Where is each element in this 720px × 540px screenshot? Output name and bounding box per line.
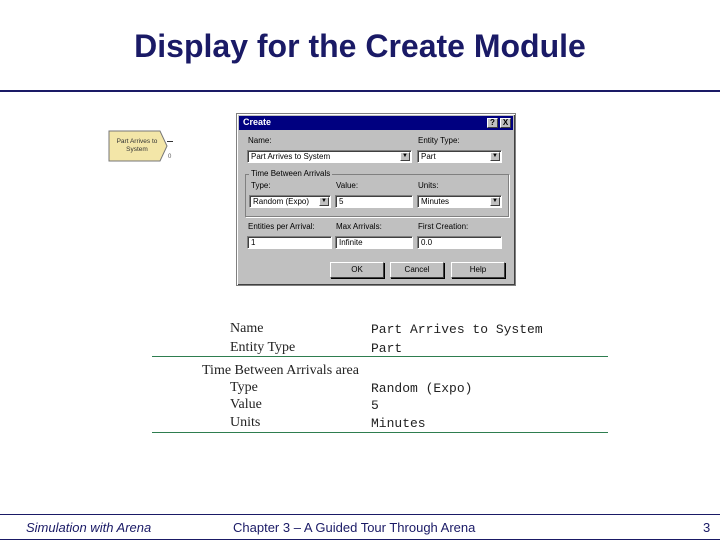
table-name-value: Part Arrives to System [371,322,543,337]
name-select[interactable]: Part Arrives to System ▼ [247,150,412,163]
table-name-label: Name [230,321,264,336]
type-select[interactable]: Random (Expo) ▼ [249,195,331,208]
footer-course: Simulation with Arena [26,520,152,535]
table-entity-type-label: Entity Type [230,340,296,355]
value-input[interactable]: 5 [335,195,413,208]
first-creation-input[interactable]: 0.0 [417,236,502,249]
time-between-arrivals-title: Time Between Arrivals [249,169,333,178]
slide-title: Display for the Create Module [134,28,586,64]
entity-type-select[interactable]: Part ▼ [417,150,502,163]
module-count: 0 [168,154,172,160]
max-arrivals-input[interactable]: Infinite [335,236,413,249]
table-value-value: 5 [371,398,379,413]
table-type-label: Type [230,380,258,395]
entities-per-arrival-input[interactable]: 1 [247,236,332,249]
type-select-value: Random (Expo) [253,197,310,206]
close-button[interactable]: X [500,118,511,128]
units-select[interactable]: Minutes ▼ [417,195,502,208]
ok-button[interactable]: OK [330,262,384,278]
footer-divider [0,514,720,515]
dialog-titlebar[interactable]: Create ? X [239,116,513,130]
table-type-value: Random (Expo) [371,381,473,396]
module-label: Part Arrives to System [112,138,162,154]
chevron-down-icon[interactable]: ▼ [490,152,500,161]
module-label-line2: System [126,146,148,153]
table-units-value: Minutes [371,416,426,431]
module-exit-connector[interactable] [167,141,173,142]
entity-type-select-value: Part [421,152,436,161]
chevron-down-icon[interactable]: ▼ [319,197,329,206]
entities-per-arrival-label: Entities per Arrival: [248,222,315,231]
create-module-shape[interactable]: Part Arrives to System [108,130,168,162]
first-creation-label: First Creation: [418,222,469,231]
footer-chapter: Chapter 3 – A Guided Tour Through Arena [233,520,476,535]
help-button[interactable]: Help [451,262,505,278]
help-title-button[interactable]: ? [487,118,498,128]
table-section-label: Time Between Arrivals area [202,363,359,378]
cancel-button[interactable]: Cancel [390,262,444,278]
table-divider [152,432,608,433]
units-label: Units: [418,181,439,190]
entity-type-label: Entity Type: [418,136,460,145]
table-divider [152,356,608,357]
table-value-label: Value [230,397,262,412]
title-divider [0,90,720,92]
value-label: Value: [336,181,359,190]
max-arrivals-label: Max Arrivals: [336,222,382,231]
module-label-line1: Part Arrives to [116,138,158,145]
create-dialog: Create ? X Name: Part Arrives to System … [236,113,516,286]
units-select-value: Minutes [421,197,450,206]
chevron-down-icon[interactable]: ▼ [490,197,500,206]
page-number: 3 [703,520,711,535]
type-label: Type: [251,181,271,190]
name-label: Name: [248,136,272,145]
dialog-title: Create [243,117,272,127]
name-select-value: Part Arrives to System [251,152,331,161]
table-entity-type-value: Part [371,341,403,356]
chevron-down-icon[interactable]: ▼ [400,152,410,161]
table-units-label: Units [230,415,261,430]
